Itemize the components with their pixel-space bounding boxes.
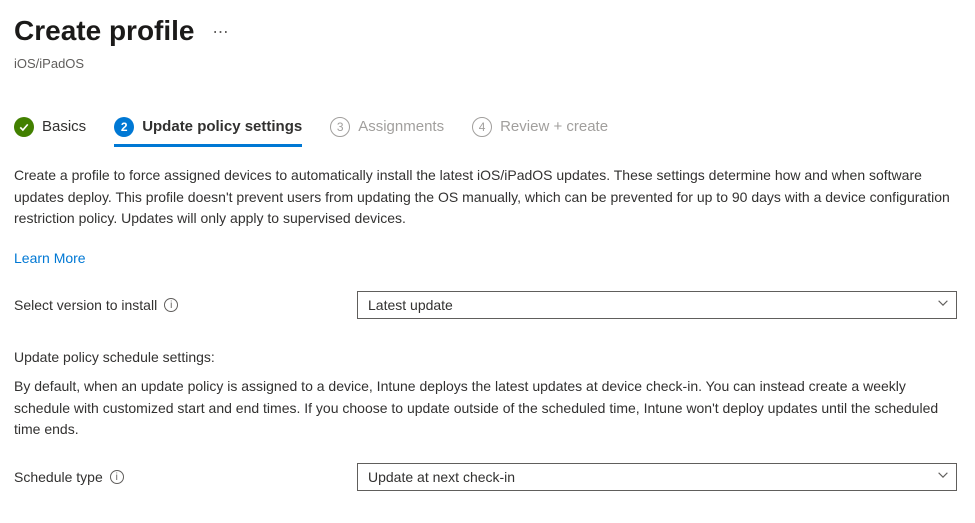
schedule-type-select[interactable]: Update at next check-in	[357, 463, 957, 491]
tab-label: Update policy settings	[142, 116, 302, 139]
info-icon[interactable]: i	[164, 298, 178, 312]
step-number-icon: 4	[472, 117, 492, 137]
learn-more-link[interactable]: Learn More	[14, 248, 86, 269]
tab-review-create[interactable]: 4 Review + create	[472, 116, 608, 147]
schedule-settings-heading: Update policy schedule settings:	[14, 347, 961, 368]
page-title: Create profile	[14, 10, 195, 52]
info-icon[interactable]: i	[110, 470, 124, 484]
step-number-icon: 3	[330, 117, 350, 137]
schedule-type-label: Schedule type i	[14, 467, 349, 488]
tab-label: Assignments	[358, 116, 444, 139]
label-text: Select version to install	[14, 295, 157, 316]
schedule-settings-description: By default, when an update policy is ass…	[14, 376, 954, 441]
version-label: Select version to install i	[14, 295, 349, 316]
tab-label: Basics	[42, 116, 86, 139]
chevron-down-icon	[936, 467, 950, 488]
check-icon	[14, 117, 34, 137]
more-actions-icon[interactable]: ⋯	[213, 21, 231, 45]
version-select[interactable]: Latest update	[357, 291, 957, 319]
select-value: Latest update	[368, 295, 453, 316]
tab-update-policy-settings[interactable]: 2 Update policy settings	[114, 116, 302, 147]
chevron-down-icon	[936, 295, 950, 316]
select-value: Update at next check-in	[368, 467, 515, 488]
page-description: Create a profile to force assigned devic…	[14, 165, 954, 230]
step-number-icon: 2	[114, 117, 134, 137]
wizard-tabs: Basics 2 Update policy settings 3 Assign…	[14, 116, 961, 148]
label-text: Schedule type	[14, 467, 103, 488]
tab-assignments[interactable]: 3 Assignments	[330, 116, 444, 147]
page-subtitle: iOS/iPadOS	[14, 54, 961, 74]
tab-label: Review + create	[500, 116, 608, 139]
tab-basics[interactable]: Basics	[14, 116, 86, 147]
